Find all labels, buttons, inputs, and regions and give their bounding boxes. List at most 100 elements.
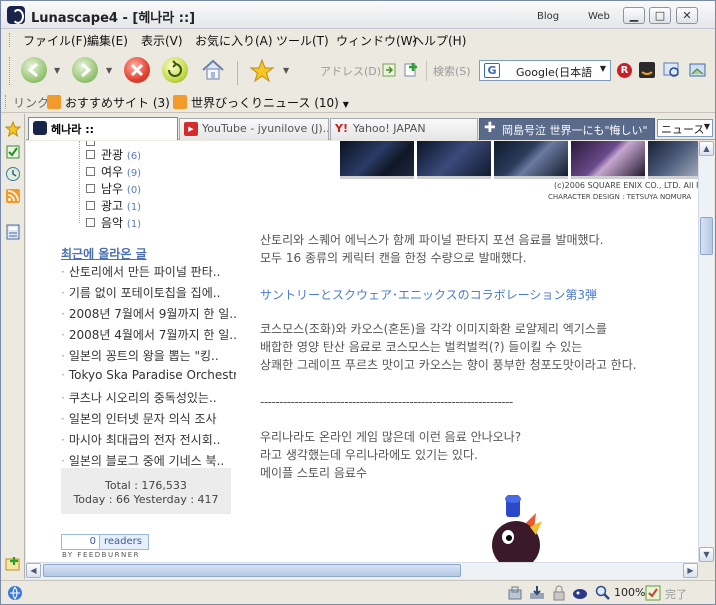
links-item-recommended[interactable]: おすすめサイト (3) ▼ xyxy=(47,94,180,111)
toolbar-grip[interactable] xyxy=(9,57,12,85)
article-japanese-caption: サントリーとスクウェア･エニックスのコラボレーション第3弾 xyxy=(260,288,598,302)
category-item[interactable]: 관광 (6) xyxy=(86,146,141,163)
home-button[interactable] xyxy=(201,58,225,82)
menu-window[interactable]: ウィンドウ(W) xyxy=(336,32,417,49)
scroll-up-button[interactable]: ▲ xyxy=(699,141,714,156)
menu-edit[interactable]: 編集(E) xyxy=(87,32,128,49)
tab-yahoo-japan[interactable]: Y! Yahoo! JAPAN xyxy=(330,118,478,140)
menu-tools[interactable]: ツール(T) xyxy=(276,32,329,49)
vertical-scroll-thumb[interactable] xyxy=(700,217,713,255)
tab-news-headline[interactable]: ✚ 岡島号泣 世界一にも"悔しい" xyxy=(479,118,655,140)
minimize-button[interactable]: ▁ xyxy=(623,7,645,24)
security-icon[interactable] xyxy=(507,585,523,601)
final-fantasy-banner-image: (c)2006 SQUARE ENIX CO., LTD. All Rig CH… xyxy=(340,141,698,207)
menu-file[interactable]: ファイル(F) xyxy=(23,32,87,49)
forward-button[interactable] xyxy=(72,57,98,83)
search-engine-select[interactable]: G Google(日本語 ▼ xyxy=(479,60,611,81)
toolbar-separator-2 xyxy=(426,61,427,81)
search-engine-dropdown-icon: ▼ xyxy=(599,64,606,73)
amazon-icon[interactable] xyxy=(639,62,655,78)
back-button[interactable] xyxy=(21,57,47,83)
zoom-level[interactable]: 100% xyxy=(614,586,645,599)
vertical-scrollbar[interactable]: ▲ ▼ xyxy=(698,141,714,562)
forward-arrow-icon xyxy=(81,62,92,78)
zoom-magnifier-icon[interactable] xyxy=(595,585,611,601)
tree-line xyxy=(79,141,80,223)
news-search-icon[interactable] xyxy=(663,62,681,78)
add-page-icon xyxy=(404,63,417,77)
rakuten-icon[interactable]: R xyxy=(617,63,632,78)
links-item-world-news[interactable]: 世界びっくりニュース (10) ▼ xyxy=(173,94,349,111)
links-label: リンク xyxy=(13,96,50,110)
linksbar-grip[interactable] xyxy=(5,95,8,109)
popup-blocker-icon[interactable] xyxy=(572,585,588,601)
recent-post-link[interactable]: 2008년 4월에서 7월까지 한 일.. xyxy=(61,326,236,343)
tab-henara[interactable]: 헤나라 :: xyxy=(28,117,178,140)
article-paragraph: 라고 생각했는데 우리나라에도 있기는 있다. xyxy=(260,448,478,462)
article-paragraph: 우리나라도 온라인 게임 많은데 이런 음료 안나오나? xyxy=(260,430,522,444)
mode-blog-button[interactable]: Blog xyxy=(537,11,559,22)
lunascape-favicon xyxy=(33,121,47,135)
address-go-button[interactable] xyxy=(382,63,396,77)
scroll-right-button[interactable]: ▶ xyxy=(683,563,698,578)
mode-web-button[interactable]: Web xyxy=(588,11,610,22)
maximize-button[interactable]: □ xyxy=(649,7,671,24)
menu-favorites[interactable]: お気に入り(A) xyxy=(195,32,273,49)
news-ticker-select[interactable]: ニュース ▼ xyxy=(657,119,713,137)
article-paragraph: 메이플 스토리 음료수 xyxy=(260,466,367,480)
menu-help[interactable]: ヘルプ(H) xyxy=(412,32,466,49)
forward-dropdown-icon[interactable]: ▼ xyxy=(106,66,112,75)
lock-icon[interactable] xyxy=(551,585,567,601)
close-button[interactable]: ✕ xyxy=(676,7,698,24)
tab-youtube[interactable]: ▶ YouTube - jyunilove (J)... xyxy=(179,118,329,140)
back-dropdown-icon[interactable]: ▼ xyxy=(54,66,60,75)
horizontal-scrollbar[interactable]: ◀ ▶ xyxy=(26,562,698,579)
sidebar-favorites-star-icon[interactable] xyxy=(4,120,22,138)
scroll-down-button[interactable]: ▼ xyxy=(699,547,714,562)
recent-post-link[interactable]: 마시아 최대급의 전자 전시회.. xyxy=(61,431,236,448)
search-label: 検索(S) xyxy=(433,65,471,78)
article-paragraph: 코스모스(조화)와 카오스(혼돈)을 각각 이미지화환 로얄제리 엑기스를 xyxy=(260,322,607,336)
sidebar-calculator-icon[interactable] xyxy=(5,224,21,240)
article-paragraph: 산토리와 스퀘어 에닉스가 함께 파이널 판타지 포션 음료를 발매했다. xyxy=(260,233,604,247)
back-arrow-icon xyxy=(27,62,38,78)
recent-post-link[interactable]: 쿠츠나 시오리의 중독성있는.. xyxy=(61,389,236,406)
maple-story-drink-image xyxy=(486,493,556,562)
star-icon xyxy=(249,58,275,83)
recent-post-link[interactable]: 기름 없이 포테이토칩을 집에.. xyxy=(61,284,236,301)
category-item[interactable]: 여우 (9) xyxy=(86,163,141,180)
horizontal-scroll-thumb[interactable] xyxy=(43,564,461,577)
sidebar-add-panel-icon[interactable] xyxy=(5,556,21,572)
favorites-button[interactable] xyxy=(249,58,275,84)
image-search-icon[interactable] xyxy=(689,62,707,78)
menu-view[interactable]: 表示(V) xyxy=(141,32,183,49)
news-dropdown-icon: ▼ xyxy=(703,122,710,131)
feedburner-badge[interactable]: 0 readers xyxy=(61,534,149,550)
banner-copyright: (c)2006 SQUARE ENIX CO., LTD. All Rig xyxy=(554,181,698,190)
recent-post-link[interactable]: Tokyo Ska Paradise Orchestra xyxy=(61,368,236,382)
address-label: アドレス(D) xyxy=(320,65,382,78)
category-item[interactable]: 남우 (0) xyxy=(86,180,141,197)
favorites-dropdown-icon[interactable]: ▼ xyxy=(283,66,289,75)
menubar-grip[interactable] xyxy=(9,33,12,47)
folder-icon xyxy=(86,150,95,159)
category-item[interactable]: 광고 (1) xyxy=(86,197,141,214)
banner-thumbnail xyxy=(648,141,698,179)
rss-feed-icon xyxy=(47,95,61,109)
recent-post-link[interactable]: 일본의 블로그 중에 기네스 북.. xyxy=(61,452,236,469)
stop-button[interactable] xyxy=(124,57,150,83)
add-bookmark-button[interactable] xyxy=(403,61,419,77)
sidebar-history-icon[interactable] xyxy=(5,166,21,182)
refresh-button[interactable] xyxy=(162,57,188,83)
category-item[interactable]: 음악 (1) xyxy=(86,214,141,231)
recent-post-link[interactable]: 산토리에서 만든 파이널 판타.. xyxy=(61,263,236,280)
recent-post-link[interactable]: 2008년 7월에서 9월까지 한 일.. xyxy=(61,305,236,322)
sidebar-rss-icon[interactable] xyxy=(5,188,21,204)
recent-post-link[interactable]: 일본의 인터넷 문자 의식 조사 xyxy=(61,410,236,427)
page-content: 관광 (6) 여우 (9) 남우 (0) 광고 (1) 음악 (1) 최근에 올… xyxy=(26,141,698,562)
recent-post-link[interactable]: 일본의 꽁트의 왕을 뽑는 "킹.. xyxy=(61,347,236,364)
scroll-left-button[interactable]: ◀ xyxy=(26,563,41,578)
download-icon[interactable] xyxy=(529,585,545,601)
sidebar-clip-icon[interactable] xyxy=(5,144,21,160)
recent-posts-heading[interactable]: 최근에 올라온 글 xyxy=(61,245,147,262)
